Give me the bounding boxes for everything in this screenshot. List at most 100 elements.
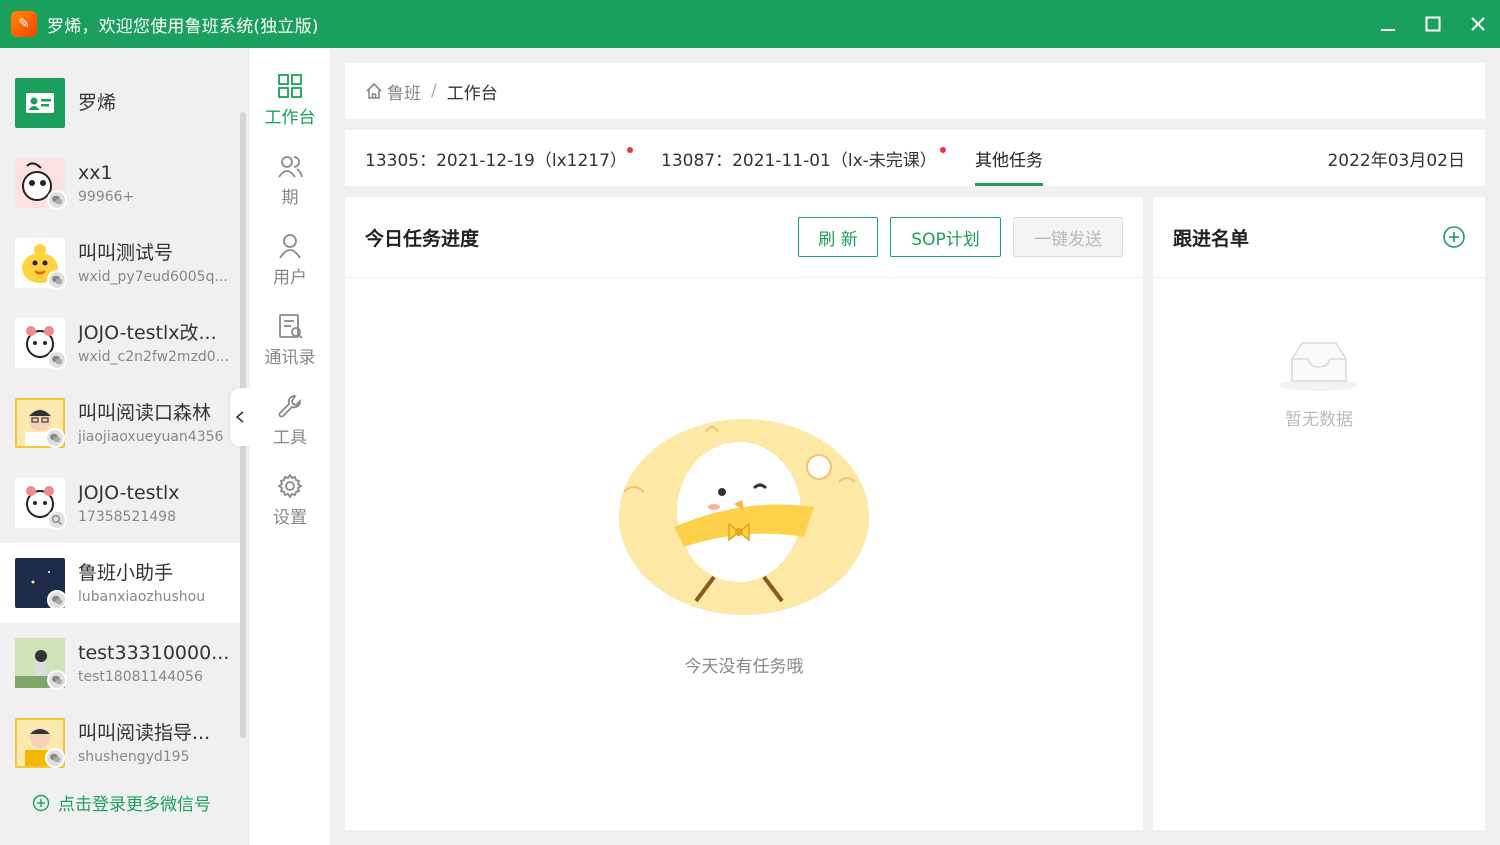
account-name: JOJO-testlx (78, 482, 180, 504)
nav-item-tools[interactable]: 工具 (250, 393, 330, 463)
nav-label: 期 (281, 188, 299, 208)
gear-icon (277, 473, 303, 499)
tab-label: 13305：2021-12-19（lx1217） (365, 150, 627, 171)
close-icon (1470, 17, 1485, 31)
tab-period-13305[interactable]: 13305：2021-12-19（lx1217） (365, 130, 633, 186)
refresh-button[interactable]: 刷 新 (798, 217, 878, 257)
collapse-sidebar-button[interactable] (230, 388, 250, 446)
one-click-send-button[interactable]: 一键发送 (1013, 217, 1123, 257)
night-avatar (15, 558, 67, 610)
nav-label: 通讯录 (264, 348, 316, 368)
add-circle-icon (32, 794, 50, 811)
nav-item-workbench[interactable]: 工作台 (250, 73, 330, 143)
account-name: 叫叫测试号 (78, 242, 174, 264)
login-more-label: 点击登录更多微信号 (58, 795, 211, 815)
tab-label: 13087：2021-11-01（lx-未完课） (661, 150, 937, 171)
empty-state: 暂无数据 (1153, 337, 1485, 430)
empty-inbox-icon (1280, 342, 1358, 391)
account-id: 17358521498 (78, 509, 176, 525)
account-name: test33310000... (78, 642, 230, 664)
account-id: shushengyd195 (78, 749, 190, 765)
nav-label: 工作台 (264, 108, 316, 128)
nav-item-settings[interactable]: 设置 (250, 473, 330, 543)
cartoon-avatar (15, 158, 67, 210)
search-icon (47, 510, 67, 530)
minimize-icon (1380, 29, 1395, 31)
panel-title: 今日任务进度 (365, 227, 480, 250)
group-icon (278, 156, 303, 178)
wechat-icon (47, 590, 67, 610)
user-icon (279, 234, 301, 259)
wechat-icon (47, 270, 67, 290)
contacts-icon (279, 314, 303, 339)
minimize-button[interactable] (1365, 0, 1410, 48)
account-id: lubanxiaozhushou (78, 589, 206, 605)
nav-label: 设置 (273, 508, 307, 528)
tab-period-13087[interactable]: 13087：2021-11-01（lx-未完课） (661, 130, 946, 186)
empty-state: 今天没有任务哦 (345, 412, 1143, 677)
account-id: wxid_c2n2fw2mzd0... (78, 349, 230, 365)
maximize-button[interactable] (1410, 0, 1455, 48)
account-item[interactable]: test33310000... test18081144056 (0, 623, 240, 703)
grid-icon (278, 74, 302, 98)
today-task-panel: 今日任务进度 刷 新 SOP计划 一键发送 今天没有任务哦 (345, 197, 1143, 830)
current-date: 2022年03月02日 (1327, 150, 1465, 171)
nav-label: 工具 (273, 428, 307, 448)
duck-avatar (15, 238, 67, 290)
account-name: 罗烯 (78, 92, 117, 114)
cartoon-avatar (15, 318, 67, 370)
wechat-icon (47, 670, 67, 690)
cartoon-avatar (15, 478, 67, 530)
account-item[interactable]: JOJO-testlx改... wxid_c2n2fw2mzd0... (0, 303, 240, 383)
photo-avatar (15, 638, 67, 690)
main-nav: 工作台 期 用户 通讯录 工具 设置 (250, 48, 330, 845)
wechat-icon (47, 190, 67, 210)
task-tabs: 13305：2021-12-19（lx1217） 13087：2021-11-0… (345, 130, 1485, 186)
wechat-icon (47, 350, 67, 370)
nav-item-period[interactable]: 期 (250, 153, 330, 223)
wrench-icon (278, 395, 301, 418)
empty-text: 暂无数据 (1285, 410, 1353, 430)
account-item[interactable]: 叫叫测试号 wxid_py7eud6005q... (0, 223, 240, 303)
wechat-icon (45, 428, 65, 448)
breadcrumb-current: 工作台 (446, 83, 498, 104)
sop-plan-button[interactable]: SOP计划 (890, 217, 1001, 257)
account-item[interactable]: JOJO-testlx 17358521498 (0, 463, 240, 543)
account-item-selected[interactable]: 鲁班小助手 lubanxiaozhushou (0, 543, 240, 623)
breadcrumb: 鲁班 / 工作台 (345, 63, 1485, 119)
follow-up-panel: 跟进名单 暂无数据 (1153, 197, 1485, 830)
breadcrumb-separator: / (431, 81, 437, 101)
account-item-current[interactable]: 罗烯 (0, 63, 240, 143)
chick-illustration (619, 419, 869, 615)
home-icon (366, 82, 382, 99)
tab-other-tasks[interactable]: 其他任务 (975, 130, 1043, 186)
account-name: 鲁班小助手 (78, 562, 174, 584)
nav-label: 用户 (273, 268, 307, 288)
account-item[interactable]: 叫叫阅读口森林 jiaojiaoxueyuan4356 (0, 383, 240, 463)
account-item[interactable]: xx1 99966+ (0, 143, 240, 223)
close-button[interactable] (1455, 0, 1500, 48)
nav-item-contacts[interactable]: 通讯录 (250, 313, 330, 383)
account-id: jiaojiaoxueyuan4356 (78, 429, 224, 445)
notice-dot (626, 147, 633, 153)
account-name: 叫叫阅读指导... (78, 722, 211, 744)
chevron-left-icon (235, 411, 244, 423)
account-list: 罗烯 xx1 99966+ 叫叫测试号 wxid_py7eud6005q... … (0, 48, 248, 845)
person-avatar (15, 718, 65, 768)
contact-card-icon (15, 78, 65, 128)
account-item[interactable]: 叫叫阅读指导... shushengyd195 (0, 703, 240, 783)
account-id: 99966+ (78, 189, 135, 205)
add-circle-icon[interactable] (1441, 224, 1467, 250)
account-name: 叫叫阅读口森林 (78, 402, 212, 424)
nav-item-users[interactable]: 用户 (250, 233, 330, 303)
tab-label: 其他任务 (975, 150, 1043, 171)
luban-logo-icon: ✎ (11, 11, 37, 37)
maximize-icon (1425, 16, 1440, 32)
breadcrumb-home-label: 鲁班 (387, 83, 421, 104)
breadcrumb-home[interactable]: 鲁班 (365, 79, 421, 104)
account-id: test18081144056 (78, 669, 203, 685)
login-more-button[interactable]: 点击登录更多微信号 (32, 790, 211, 815)
window-title: 罗烯，欢迎您使用鲁班系统(独立版) (47, 16, 319, 37)
title-bar: ✎ 罗烯，欢迎您使用鲁班系统(独立版) (0, 0, 1500, 48)
account-name: JOJO-testlx改... (78, 322, 217, 344)
